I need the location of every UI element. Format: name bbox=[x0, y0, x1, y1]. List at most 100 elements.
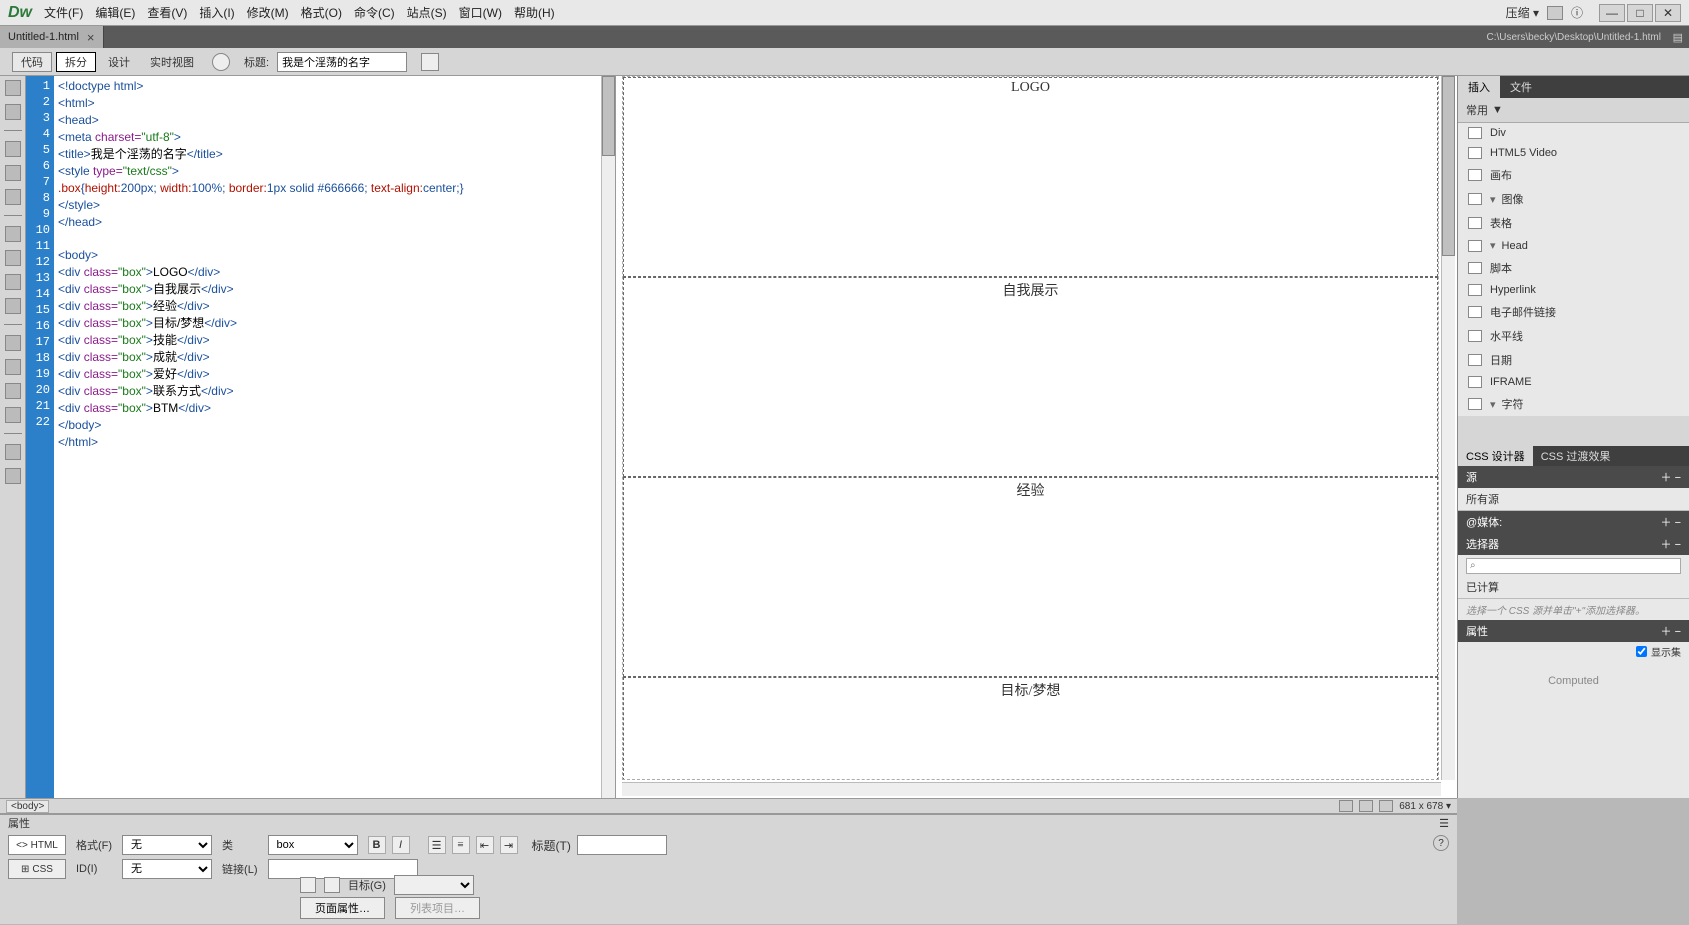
preview-scrollbar-h[interactable] bbox=[622, 782, 1441, 796]
tab-insert[interactable]: 插入 bbox=[1458, 76, 1500, 98]
indent-button[interactable]: ⇥ bbox=[500, 836, 518, 854]
help-icon[interactable]: ? bbox=[1433, 835, 1449, 851]
cssd-properties-header[interactable]: 属性＋ − bbox=[1458, 620, 1689, 642]
design-preview[interactable]: LOGO 自我展示 经验 目标/梦想 bbox=[616, 76, 1457, 798]
cssd-sources-header[interactable]: 源＋ − bbox=[1458, 466, 1689, 488]
toolbar-extra-icon[interactable] bbox=[421, 53, 439, 71]
workspace-dropdown[interactable]: 压缩 ▾ bbox=[1506, 4, 1539, 21]
crumb-body[interactable]: <body> bbox=[6, 800, 49, 813]
doc-options-icon[interactable]: ▤ bbox=[1673, 31, 1683, 44]
insert-script[interactable]: 脚本 bbox=[1458, 256, 1689, 280]
select-tool-icon[interactable] bbox=[1339, 800, 1353, 812]
window-size[interactable]: 681 x 678 ▾ bbox=[1399, 801, 1451, 812]
insert-canvas[interactable]: 画布 bbox=[1458, 163, 1689, 187]
menu-view[interactable]: 查看(V) bbox=[147, 4, 187, 21]
highlight-icon[interactable] bbox=[5, 189, 21, 205]
insert-table[interactable]: 表格 bbox=[1458, 211, 1689, 235]
selector-filter-input[interactable] bbox=[1466, 558, 1681, 574]
format-code-icon[interactable] bbox=[5, 383, 21, 399]
insert-image[interactable]: ▾图像 bbox=[1458, 187, 1689, 211]
view-code-button[interactable]: 代码 bbox=[12, 52, 52, 72]
code-editor[interactable]: 12345678910111213141516171819202122 <!do… bbox=[26, 76, 616, 798]
recent-icon[interactable] bbox=[5, 468, 21, 484]
editor-scrollbar-v[interactable] bbox=[601, 76, 615, 798]
open-docs-icon[interactable] bbox=[5, 80, 21, 96]
line-numbers-icon[interactable] bbox=[5, 250, 21, 266]
collapse-icon[interactable] bbox=[5, 104, 21, 120]
file-tab[interactable]: Untitled-1.html × bbox=[0, 26, 104, 48]
preview-box[interactable]: 目标/梦想 bbox=[623, 677, 1438, 780]
outdent-button[interactable]: ⇤ bbox=[476, 836, 494, 854]
cssd-selectors-header[interactable]: 选择器＋ − bbox=[1458, 533, 1689, 555]
list-items-button[interactable]: 列表项目… bbox=[395, 897, 480, 919]
tab-files[interactable]: 文件 bbox=[1500, 76, 1542, 98]
close-button[interactable]: ✕ bbox=[1655, 4, 1681, 22]
insert-char[interactable]: ▾字符 bbox=[1458, 392, 1689, 416]
insert-div[interactable]: Div bbox=[1458, 123, 1689, 143]
minimize-button[interactable]: — bbox=[1599, 4, 1625, 22]
insert-email-link[interactable]: 电子邮件链接 bbox=[1458, 300, 1689, 324]
menu-help[interactable]: 帮助(H) bbox=[514, 4, 555, 21]
indent-icon[interactable] bbox=[5, 335, 21, 351]
ul-button[interactable]: ☰ bbox=[428, 836, 446, 854]
format-select[interactable]: 无 bbox=[122, 835, 212, 855]
link-browse-icon[interactable] bbox=[300, 877, 316, 893]
hand-tool-icon[interactable] bbox=[1359, 800, 1373, 812]
syntax-icon[interactable] bbox=[5, 298, 21, 314]
info-icon[interactable]: ⓘ bbox=[1571, 4, 1583, 21]
preview-box[interactable]: 自我展示 bbox=[623, 277, 1438, 477]
word-wrap-icon[interactable] bbox=[5, 274, 21, 290]
view-split-button[interactable]: 拆分 bbox=[56, 52, 96, 72]
wand-icon[interactable] bbox=[5, 141, 21, 157]
menu-commands[interactable]: 命令(C) bbox=[354, 4, 395, 21]
preview-box[interactable]: 经验 bbox=[623, 477, 1438, 677]
menu-window[interactable]: 窗口(W) bbox=[459, 4, 502, 21]
target-select[interactable] bbox=[394, 875, 474, 895]
cssd-media-header[interactable]: @媒体:＋ − bbox=[1458, 511, 1689, 533]
add-property-icon[interactable]: ＋ − bbox=[1661, 623, 1681, 639]
refresh-icon[interactable] bbox=[212, 53, 230, 71]
menu-insert[interactable]: 插入(I) bbox=[199, 4, 234, 21]
insert-category-dropdown[interactable]: 常用 ▼ bbox=[1458, 98, 1689, 123]
italic-button[interactable]: I bbox=[392, 836, 410, 854]
ol-button[interactable]: ≡ bbox=[452, 836, 470, 854]
close-tab-icon[interactable]: × bbox=[87, 30, 95, 45]
insert-hyperlink[interactable]: Hyperlink bbox=[1458, 280, 1689, 300]
tab-css-transitions[interactable]: CSS 过渡效果 bbox=[1533, 446, 1619, 466]
code-content[interactable]: <!doctype html> <html> <head> <meta char… bbox=[54, 76, 615, 798]
preview-box[interactable]: LOGO bbox=[623, 77, 1438, 277]
outdent-icon[interactable] bbox=[5, 359, 21, 375]
add-selector-icon[interactable]: ＋ − bbox=[1661, 536, 1681, 552]
add-source-icon[interactable]: ＋ − bbox=[1661, 469, 1681, 485]
insert-hr[interactable]: 水平线 bbox=[1458, 324, 1689, 348]
insert-iframe[interactable]: IFRAME bbox=[1458, 372, 1689, 392]
view-design-button[interactable]: 设计 bbox=[100, 52, 138, 72]
class-select[interactable]: box bbox=[268, 835, 358, 855]
cssd-all-sources[interactable]: 所有源 bbox=[1458, 488, 1689, 511]
refresh-code-icon[interactable] bbox=[5, 165, 21, 181]
menu-format[interactable]: 格式(O) bbox=[301, 4, 342, 21]
title-input[interactable] bbox=[277, 52, 407, 72]
cssd-computed-row[interactable]: 已计算 bbox=[1458, 576, 1689, 599]
zoom-tool-icon[interactable] bbox=[1379, 800, 1393, 812]
bold-button[interactable]: B bbox=[368, 836, 386, 854]
insert-date[interactable]: 日期 bbox=[1458, 348, 1689, 372]
search-icon[interactable] bbox=[5, 444, 21, 460]
show-set-checkbox[interactable] bbox=[1636, 646, 1647, 657]
properties-menu-icon[interactable]: ☰ bbox=[1439, 817, 1449, 830]
insert-head[interactable]: ▾Head bbox=[1458, 235, 1689, 256]
menu-file[interactable]: 文件(F) bbox=[44, 4, 83, 21]
view-live-button[interactable]: 实时视图 bbox=[142, 52, 202, 72]
maximize-button[interactable]: □ bbox=[1627, 4, 1653, 22]
menu-site[interactable]: 站点(S) bbox=[407, 4, 447, 21]
menu-modify[interactable]: 修改(M) bbox=[247, 4, 289, 21]
balance-icon[interactable] bbox=[5, 226, 21, 242]
comment-icon[interactable] bbox=[5, 407, 21, 423]
insert-html5video[interactable]: HTML5 Video bbox=[1458, 143, 1689, 163]
menu-edit[interactable]: 编辑(E) bbox=[95, 4, 135, 21]
title2-input[interactable] bbox=[577, 835, 667, 855]
preview-scrollbar-v[interactable] bbox=[1441, 76, 1455, 780]
add-media-icon[interactable]: ＋ − bbox=[1661, 514, 1681, 530]
props-html-tab[interactable]: <> HTML bbox=[8, 835, 66, 855]
link-folder-icon[interactable] bbox=[324, 877, 340, 893]
